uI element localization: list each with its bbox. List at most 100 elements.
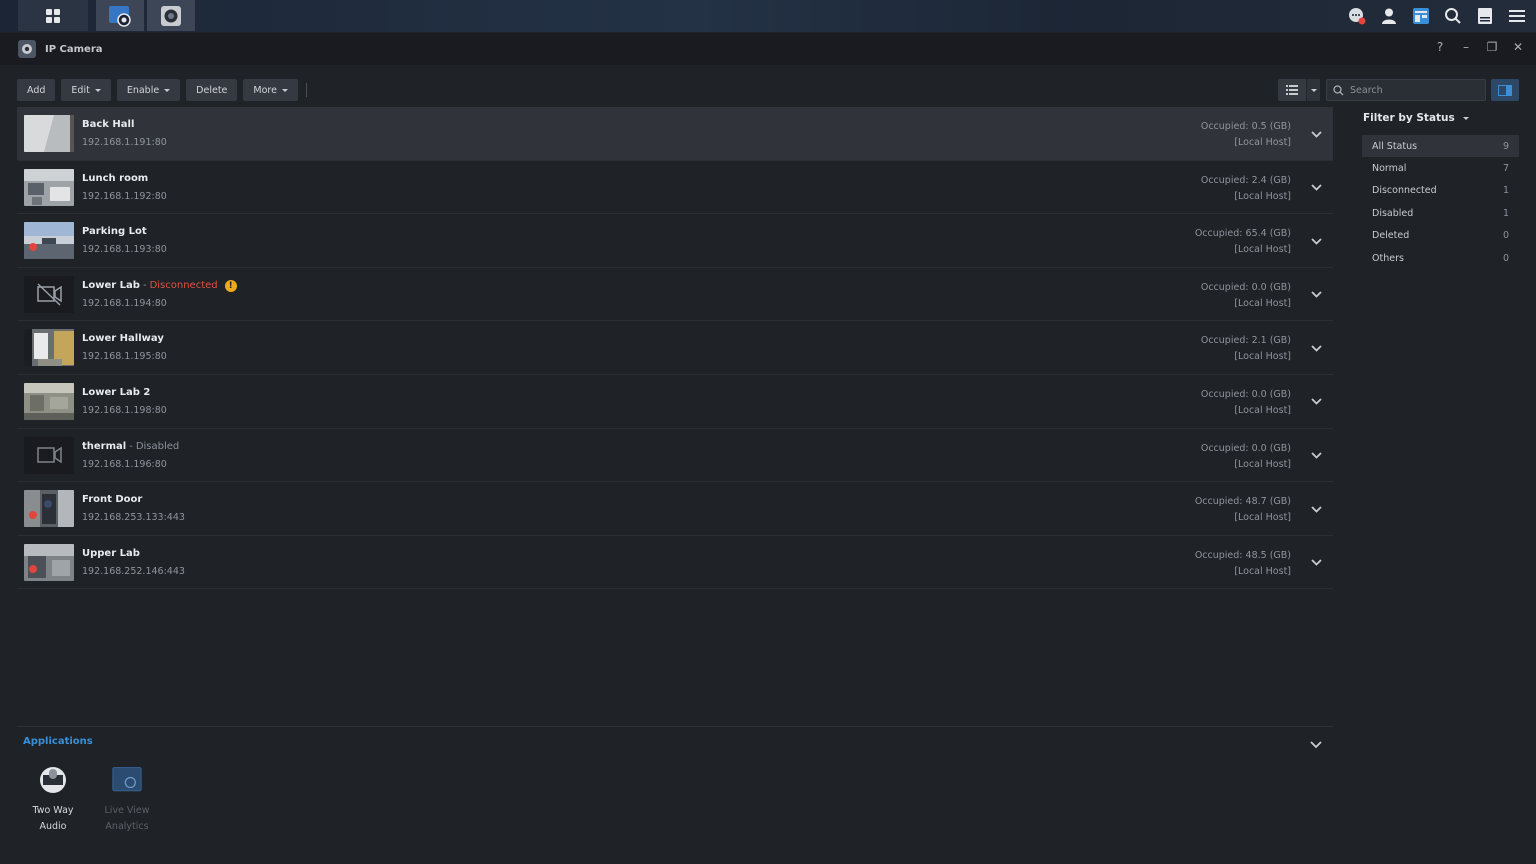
close-icon[interactable]: ✕ xyxy=(1512,40,1524,54)
camera-thumbnail[interactable] xyxy=(24,329,74,367)
camera-thumbnail[interactable] xyxy=(24,168,74,206)
expand-row-button[interactable] xyxy=(1309,288,1323,302)
ip-camera-window: IP Camera ? – ❐ ✕ Add Edit Enable Delete… xyxy=(0,33,1536,864)
expand-row-button[interactable] xyxy=(1309,556,1323,570)
recording-server: [Local Host] xyxy=(1234,297,1291,309)
camera-name: thermal xyxy=(82,440,127,452)
camera-row[interactable]: Back Hall 192.168.1.191:80 Occupied: 0.5… xyxy=(17,107,1333,161)
window-titlebar[interactable]: IP Camera xyxy=(0,33,1536,65)
taskbar-app-ip-camera[interactable] xyxy=(147,0,195,31)
camera-thumbnail[interactable] xyxy=(24,436,74,474)
camera-thumbnail[interactable] xyxy=(24,275,74,313)
occupied-space: Occupied: 0.0 (GB) xyxy=(1200,281,1291,293)
camera-row[interactable]: Lower Lab - Disconnected! 192.168.1.194:80… xyxy=(17,268,1333,322)
occupied-space: Occupied: 0.0 (GB) xyxy=(1200,442,1291,454)
restore-icon[interactable]: ❐ xyxy=(1486,40,1498,54)
filter-item-all-status[interactable]: All Status 9 xyxy=(1362,135,1519,158)
camera-row[interactable]: Upper Lab 192.168.252.146:443 Occupied: … xyxy=(17,536,1333,590)
camera-row[interactable]: Lower Lab 2 192.168.1.198:80 Occupied: 0… xyxy=(17,375,1333,429)
camera-name-line: thermal - Disabled xyxy=(82,441,179,452)
main-menu-button[interactable] xyxy=(18,0,88,31)
camera-row[interactable]: Lunch room 192.168.1.192:80 Occupied: 2.… xyxy=(17,161,1333,215)
camera-thumbnail[interactable] xyxy=(24,490,74,528)
filter-item-normal[interactable]: Normal 7 xyxy=(1362,157,1519,179)
camera-name-line: Lower Hallway xyxy=(82,333,164,344)
expand-row-button[interactable] xyxy=(1309,341,1323,355)
filter-item-label: Normal xyxy=(1372,163,1407,175)
camera-name-line: Lunch room xyxy=(82,173,148,184)
camera-row[interactable]: Lower Hallway 192.168.1.195:80 Occupied:… xyxy=(17,321,1333,375)
camera-name: Lower Lab 2 xyxy=(82,386,151,398)
hamburger-menu-button[interactable] xyxy=(1506,5,1528,27)
enable-button-label: Enable xyxy=(126,84,160,96)
warning-icon[interactable]: ! xyxy=(224,279,237,292)
more-button[interactable]: More xyxy=(243,79,298,101)
side-panel-icon xyxy=(1498,84,1512,96)
camera-name-line: Lower Lab - Disconnected! xyxy=(82,279,237,292)
camera-storage-info: Occupied: 0.0 (GB) [Local Host] xyxy=(1201,280,1291,312)
search-button[interactable] xyxy=(1442,5,1464,27)
camera-thumbnail[interactable] xyxy=(24,382,74,420)
filter-item-count: 1 xyxy=(1502,185,1509,197)
taskbar-app-surveillance[interactable] xyxy=(96,0,144,31)
filter-by-status-dropdown[interactable]: Filter by Status xyxy=(1362,107,1519,129)
storage-button[interactable] xyxy=(1474,5,1496,27)
notifications-button[interactable] xyxy=(1346,5,1368,27)
list-view-button[interactable] xyxy=(1278,79,1306,101)
search-icon xyxy=(1333,84,1344,95)
expand-row-button[interactable] xyxy=(1309,181,1323,195)
camera-name-line: Front Door xyxy=(82,494,142,505)
expand-row-button[interactable] xyxy=(1309,449,1323,463)
filter-item-deleted[interactable]: Deleted 0 xyxy=(1362,225,1519,247)
search-input[interactable] xyxy=(1350,84,1470,96)
app-label-line1: Two Way xyxy=(32,805,74,816)
camera-name: Lunch room xyxy=(82,172,149,184)
expand-row-button[interactable] xyxy=(1309,502,1323,516)
edit-button[interactable]: Edit xyxy=(61,79,111,101)
camera-row[interactable]: Front Door 192.168.253.133:443 Occupied:… xyxy=(17,482,1333,536)
filter-panel-toggle[interactable] xyxy=(1491,79,1519,101)
help-icon[interactable]: ? xyxy=(1434,40,1446,54)
caret-down-icon xyxy=(281,88,288,92)
camera-thumbnail[interactable] xyxy=(24,543,74,581)
enable-button[interactable]: Enable xyxy=(116,79,181,101)
view-mode-dropdown[interactable] xyxy=(1306,79,1320,101)
applications-title: Applications xyxy=(23,736,93,747)
expand-row-button[interactable] xyxy=(1309,395,1323,409)
camera-ip: 192.168.1.192:80 xyxy=(82,190,167,202)
applications-collapse-button[interactable] xyxy=(1310,734,1322,753)
app-label-line1: Live View xyxy=(104,805,150,816)
add-button[interactable]: Add xyxy=(17,79,56,101)
expand-row-button[interactable] xyxy=(1309,234,1323,248)
camera-thumbnail[interactable] xyxy=(24,115,74,152)
occupied-space: Occupied: 2.1 (GB) xyxy=(1200,335,1291,347)
camera-thumbnail[interactable] xyxy=(24,222,74,260)
camera-row[interactable]: Parking Lot 192.168.1.193:80 Occupied: 6… xyxy=(17,214,1333,268)
widgets-button[interactable] xyxy=(1410,5,1432,27)
camera-storage-info: Occupied: 0.0 (GB) [Local Host] xyxy=(1201,441,1291,473)
camera-name-line: Parking Lot xyxy=(82,226,147,237)
filter-item-count: 0 xyxy=(1502,230,1509,242)
recording-server: [Local Host] xyxy=(1234,244,1291,256)
hamburger-icon xyxy=(1509,10,1525,22)
list-view-icon xyxy=(1286,85,1298,95)
filter-item-disabled[interactable]: Disabled 1 xyxy=(1362,202,1519,224)
recording-indicator-icon xyxy=(29,564,37,573)
occupied-space: Occupied: 48.5 (GB) xyxy=(1194,549,1291,561)
camera-ip: 192.168.1.191:80 xyxy=(82,137,167,148)
app-two-way-audio[interactable]: Two Way Audio xyxy=(22,763,84,835)
delete-button[interactable]: Delete xyxy=(186,79,238,101)
filter-item-disconnected[interactable]: Disconnected 1 xyxy=(1362,180,1519,202)
filter-item-count: 0 xyxy=(1502,252,1509,264)
app-live-view-analytics[interactable]: Live View Analytics xyxy=(96,763,158,835)
user-button[interactable] xyxy=(1378,5,1400,27)
camera-name: Upper Lab xyxy=(82,547,140,559)
recording-server: [Local Host] xyxy=(1234,458,1291,470)
chevron-down-icon xyxy=(1310,184,1322,191)
expand-row-button[interactable] xyxy=(1309,127,1323,141)
storage-icon xyxy=(1478,8,1492,24)
camera-name-line: Lower Lab 2 xyxy=(82,387,150,398)
camera-row[interactable]: thermal - Disabled 192.168.1.196:80 Occupi… xyxy=(17,429,1333,483)
minimize-icon[interactable]: – xyxy=(1460,40,1472,54)
filter-item-others[interactable]: Others 0 xyxy=(1362,247,1519,269)
